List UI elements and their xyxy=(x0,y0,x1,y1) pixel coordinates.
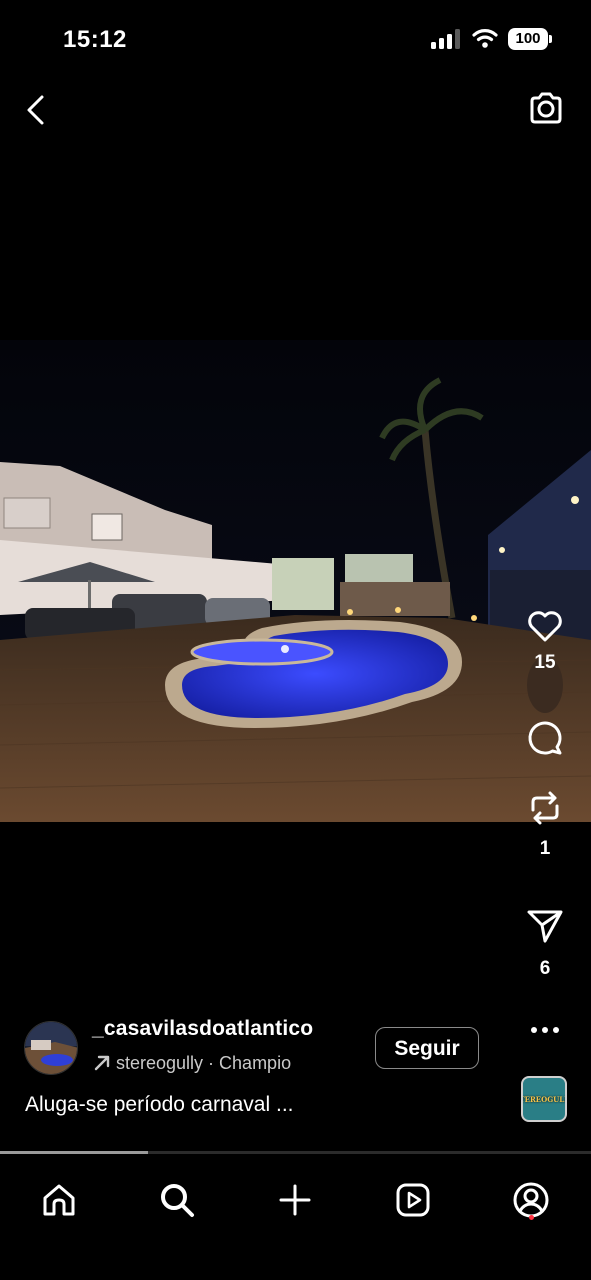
tab-create[interactable] xyxy=(265,1170,325,1230)
profile-icon xyxy=(513,1182,549,1218)
music-thumbnail[interactable]: STEREOGULLY xyxy=(521,1076,567,1122)
comment-action xyxy=(520,718,570,758)
share-count[interactable]: 6 xyxy=(540,958,551,980)
pool-night-photo xyxy=(0,340,591,822)
avatar[interactable] xyxy=(24,1021,78,1075)
plus-icon xyxy=(279,1184,311,1216)
like-action: 15 xyxy=(520,606,570,674)
audio-attribution[interactable]: stereogully · Champio xyxy=(92,1050,342,1076)
notification-dot xyxy=(529,1215,534,1220)
status-bar: 15:12 100 xyxy=(0,0,591,80)
post-media[interactable] xyxy=(0,340,591,822)
comment-icon[interactable] xyxy=(525,718,565,758)
battery-icon: 100 xyxy=(508,28,552,50)
tab-profile[interactable] xyxy=(501,1170,561,1230)
home-icon xyxy=(43,1184,75,1216)
repost-count[interactable]: 1 xyxy=(540,838,551,860)
arrow-up-right-icon xyxy=(94,1055,110,1071)
heart-icon[interactable] xyxy=(525,606,565,646)
audio-label: stereogully · Champio xyxy=(116,1052,292,1073)
music-thumbnail-label: STEREOGULLY xyxy=(523,1094,565,1104)
reels-icon xyxy=(396,1183,430,1217)
cellular-signal-icon xyxy=(431,29,460,49)
chevron-left-icon[interactable] xyxy=(20,90,54,130)
battery-level: 100 xyxy=(515,30,541,47)
camera-icon[interactable] xyxy=(526,88,566,128)
repost-icon[interactable] xyxy=(525,788,565,828)
share-action: 6 xyxy=(520,906,570,980)
tab-search[interactable] xyxy=(147,1170,207,1230)
follow-button[interactable]: Seguir xyxy=(375,1027,479,1069)
tab-home[interactable] xyxy=(29,1170,89,1230)
tab-reels[interactable] xyxy=(383,1170,443,1230)
send-icon[interactable] xyxy=(525,906,565,946)
post-caption[interactable]: Aluga-se período carnaval ... xyxy=(25,1093,294,1117)
more-icon[interactable] xyxy=(527,1018,563,1042)
status-time: 15:12 xyxy=(63,26,127,53)
wifi-icon xyxy=(472,29,498,48)
like-count[interactable]: 15 xyxy=(534,652,555,674)
search-icon xyxy=(161,1184,194,1217)
repost-action: 1 xyxy=(520,788,570,860)
bottom-nav xyxy=(0,1154,591,1280)
author-username[interactable]: _casavilasdoatlantico xyxy=(92,1017,313,1041)
